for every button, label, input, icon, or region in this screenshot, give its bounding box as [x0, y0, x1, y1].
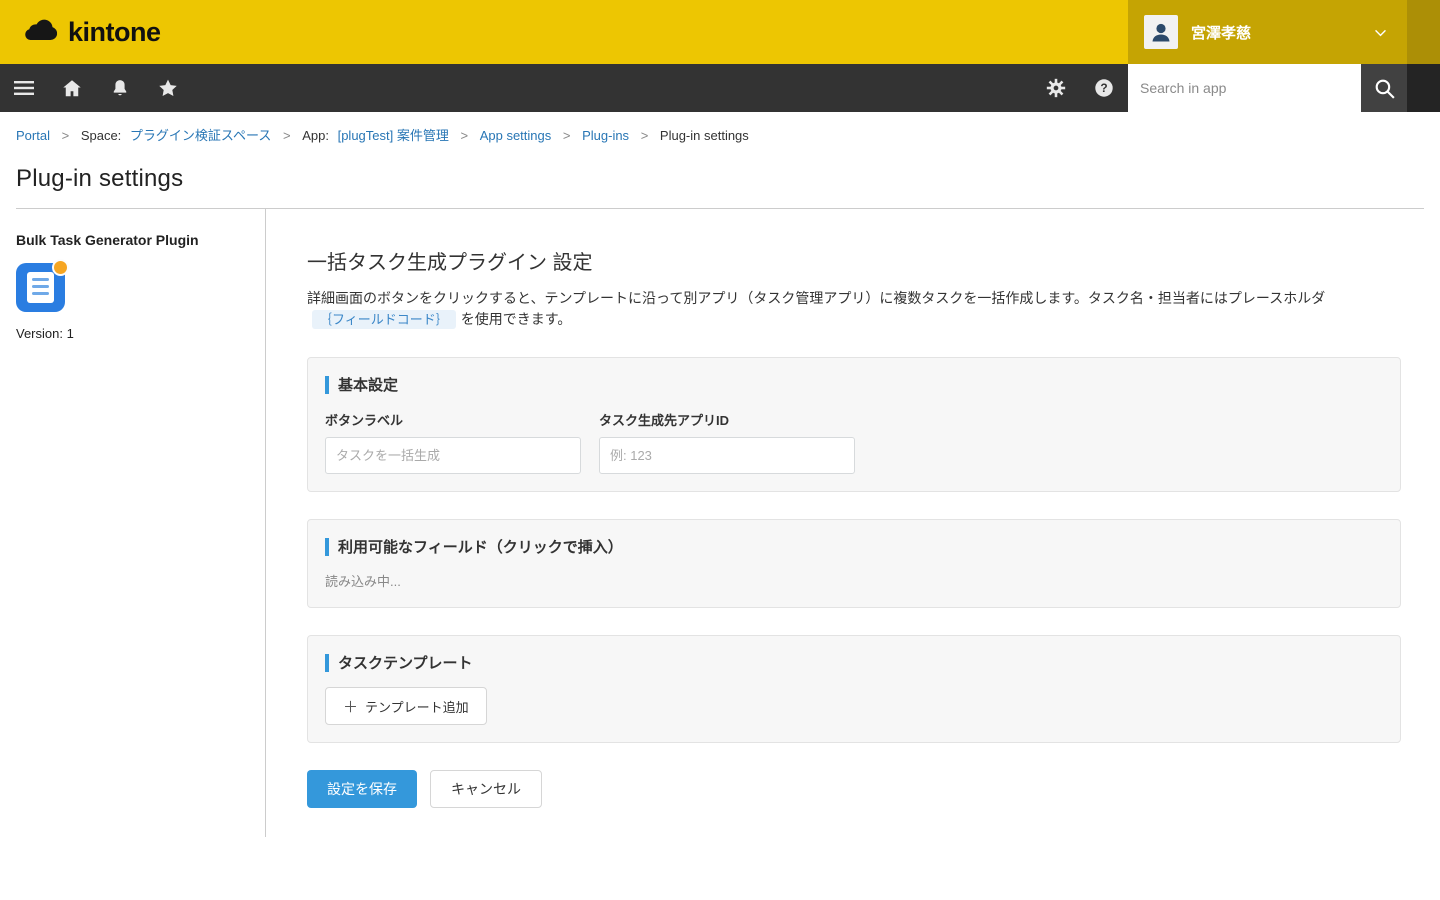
add-template-button[interactable]: ＋ テンプレート追加: [325, 687, 487, 725]
plus-icon: ＋: [343, 696, 358, 717]
brand-name: kintone: [68, 17, 161, 48]
plugin-description: 詳細画面のボタンをクリックすると、テンプレートに沿って別アプリ（タスク管理アプリ…: [307, 288, 1399, 330]
home-icon[interactable]: [48, 64, 96, 112]
search-icon: [1372, 76, 1397, 101]
user-avatar: [1144, 15, 1178, 49]
description-text-after: を使用できます。: [461, 311, 572, 327]
form-actions: 設定を保存 キャンセル: [307, 770, 1402, 808]
available-fields-title-text: 利用可能なフィールド（クリックで挿入）: [338, 536, 623, 557]
settings-gear-icon[interactable]: [1032, 64, 1080, 112]
accent-bar: [325, 376, 329, 394]
hamburger-menu-icon[interactable]: [0, 64, 48, 112]
field-code-chip: ｛フィールドコード｝: [312, 310, 456, 329]
plugin-icon-line: [32, 278, 49, 281]
plugin-version: Version: 1: [16, 326, 249, 341]
breadcrumb-app-settings-link[interactable]: App settings: [480, 128, 552, 143]
user-name: 宮澤孝慈: [1191, 22, 1251, 43]
search-input[interactable]: [1128, 64, 1361, 112]
breadcrumb-separator: >: [283, 128, 291, 143]
plugin-settings-heading: 一括タスク生成プラグイン 設定: [307, 246, 1402, 275]
available-fields-section: 利用可能なフィールド（クリックで挿入） 読み込み中...: [307, 519, 1401, 608]
cancel-button[interactable]: キャンセル: [430, 770, 542, 808]
add-template-label: テンプレート追加: [365, 697, 469, 716]
target-app-id-field: タスク生成先アプリID: [599, 410, 855, 474]
favorites-star-icon[interactable]: [144, 64, 192, 112]
accent-bar: [325, 654, 329, 672]
button-label-field: ボタンラベル: [325, 410, 581, 474]
target-app-id-input[interactable]: [599, 437, 855, 474]
description-text-before: 詳細画面のボタンをクリックすると、テンプレートに沿って別アプリ（タスク管理アプリ…: [307, 290, 1325, 306]
button-label-label: ボタンラベル: [325, 410, 581, 429]
kintone-logo[interactable]: kintone: [0, 17, 161, 48]
breadcrumb-separator: >: [62, 128, 70, 143]
kintone-cloud-icon: [22, 17, 60, 48]
chevron-down-icon: [1372, 24, 1389, 41]
plugin-badge: [52, 259, 69, 276]
breadcrumb: Portal > Space: プラグイン検証スペース > App: [plug…: [0, 112, 1440, 150]
breadcrumb-plugins-link[interactable]: Plug-ins: [582, 128, 629, 143]
breadcrumb-app-link[interactable]: [plugTest] 案件管理: [338, 128, 449, 143]
plugin-icon: [16, 263, 65, 312]
plugin-icon-line: [32, 292, 49, 295]
svg-text:?: ?: [1100, 81, 1107, 95]
plugin-name: Bulk Task Generator Plugin: [16, 232, 249, 248]
navbar-corner: [1407, 64, 1440, 112]
target-app-id-label: タスク生成先アプリID: [599, 410, 855, 429]
search-button[interactable]: [1361, 64, 1407, 112]
plugin-document-glyph: [27, 272, 54, 303]
loading-text: 読み込み中...: [325, 571, 1383, 590]
page-title: Plug-in settings: [0, 150, 1440, 193]
header-corner: [1407, 0, 1440, 64]
basic-settings-title: 基本設定: [325, 374, 1383, 395]
breadcrumb-portal-link[interactable]: Portal: [16, 128, 50, 143]
plugin-sidebar: Bulk Task Generator Plugin Version: 1: [0, 209, 266, 837]
user-menu[interactable]: 宮澤孝慈: [1128, 0, 1407, 64]
plugin-icon-line: [32, 285, 49, 288]
breadcrumb-current: Plug-in settings: [660, 128, 749, 143]
task-template-section: タスクテンプレート ＋ テンプレート追加: [307, 635, 1401, 743]
content-area: Bulk Task Generator Plugin Version: 1 一括…: [0, 209, 1440, 837]
basic-settings-title-text: 基本設定: [338, 374, 398, 395]
basic-settings-fields: ボタンラベル タスク生成先アプリID: [325, 410, 1383, 474]
breadcrumb-space-prefix: Space:: [81, 128, 121, 143]
help-icon[interactable]: ?: [1080, 64, 1128, 112]
breadcrumb-separator: >: [641, 128, 649, 143]
notifications-bell-icon[interactable]: [96, 64, 144, 112]
task-template-title-text: タスクテンプレート: [338, 652, 473, 673]
task-template-title: タスクテンプレート: [325, 652, 1383, 673]
app-header: kintone 宮澤孝慈: [0, 0, 1440, 64]
app-search-box: [1128, 64, 1361, 112]
plugin-settings-main: 一括タスク生成プラグイン 設定 詳細画面のボタンをクリックすると、テンプレートに…: [266, 209, 1402, 837]
breadcrumb-separator: >: [460, 128, 468, 143]
basic-settings-section: 基本設定 ボタンラベル タスク生成先アプリID: [307, 357, 1401, 492]
global-navbar: ?: [0, 64, 1440, 112]
save-button[interactable]: 設定を保存: [307, 770, 417, 808]
button-label-input[interactable]: [325, 437, 581, 474]
accent-bar: [325, 538, 329, 556]
breadcrumb-space-link[interactable]: プラグイン検証スペース: [130, 128, 271, 143]
breadcrumb-app-prefix: App:: [302, 128, 329, 143]
available-fields-title: 利用可能なフィールド（クリックで挿入）: [325, 536, 1383, 557]
breadcrumb-separator: >: [563, 128, 571, 143]
